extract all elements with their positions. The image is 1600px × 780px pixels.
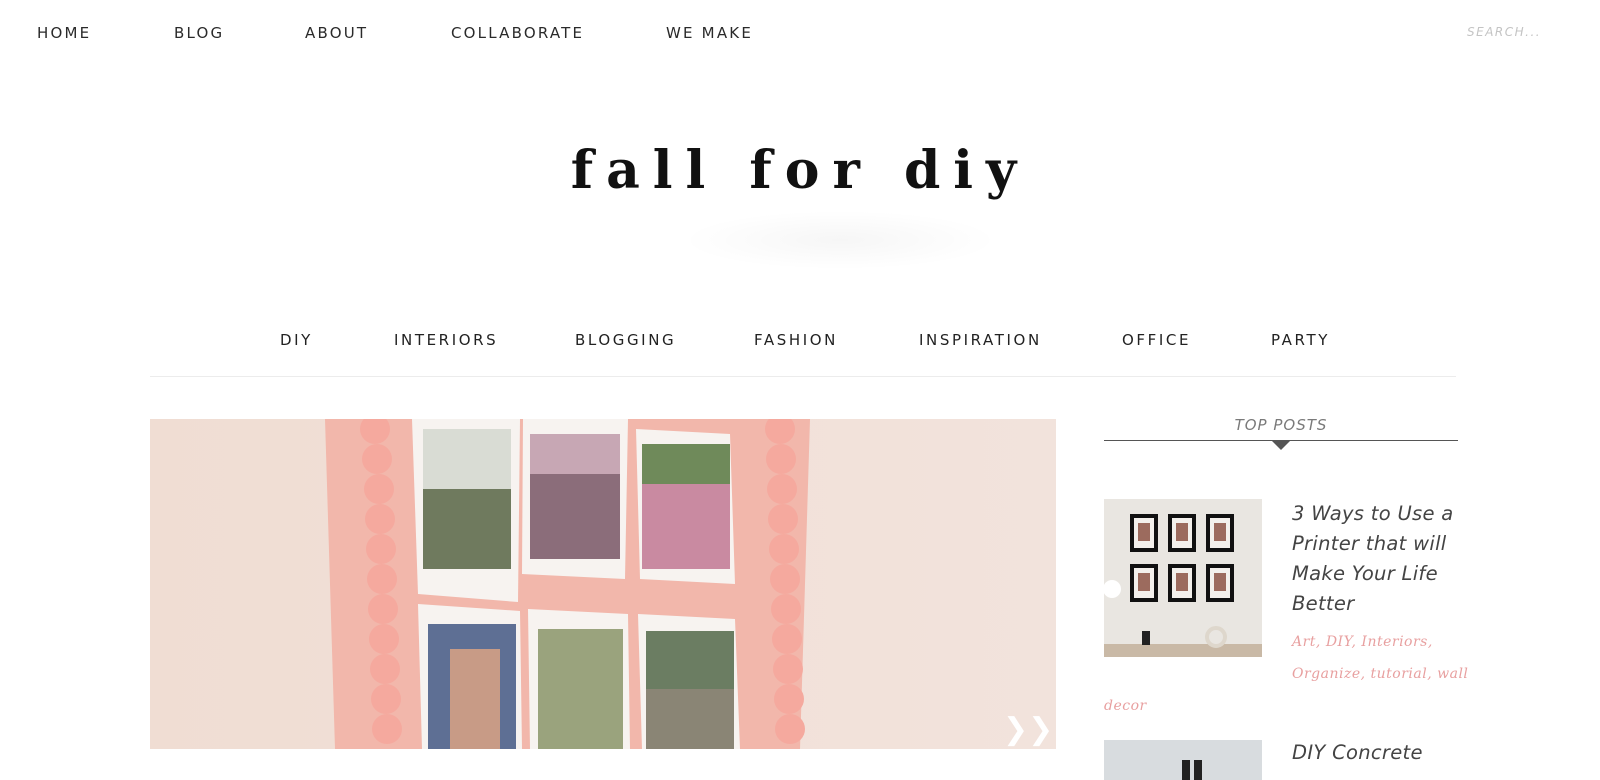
- top-nav-we-make[interactable]: WE MAKE: [666, 24, 753, 42]
- post-title-line: 3 Ways to Use a: [1292, 502, 1454, 525]
- top-posts-heading: TOP POSTS: [1104, 416, 1458, 450]
- post-title-line: Make Your Life: [1292, 562, 1438, 585]
- logo-decoration: [680, 210, 1000, 270]
- post-tags: Organize, tutorial, wall: [1292, 658, 1472, 690]
- tag-line[interactable]: Organize, tutorial, wall: [1292, 666, 1468, 682]
- tag-line[interactable]: decor: [1104, 698, 1147, 714]
- top-posts-title: TOP POSTS: [1234, 416, 1328, 434]
- hero-slider-image[interactable]: [150, 419, 1056, 749]
- sidebar: TOP POSTS 3 Ways to Use a Printer that w…: [1104, 416, 1468, 780]
- search-input[interactable]: [1465, 20, 1579, 44]
- top-nav-blog[interactable]: BLOG: [174, 24, 224, 42]
- post-title[interactable]: DIY Concrete: [1292, 738, 1458, 768]
- concrete-post-photo: [1104, 740, 1262, 780]
- slider-next-chevron-icon[interactable]: ❯❯: [1003, 712, 1053, 747]
- post-tags: decor: [1104, 690, 1147, 722]
- top-nav-about[interactable]: ABOUT: [305, 24, 368, 42]
- top-nav-collaborate[interactable]: COLLABORATE: [451, 24, 584, 42]
- category-nav: DIY INTERIORS BLOGGING FASHION INSPIRATI…: [150, 320, 1456, 377]
- category-blogging[interactable]: BLOGGING: [575, 331, 676, 349]
- top-nav-home[interactable]: HOME: [37, 24, 91, 42]
- category-fashion[interactable]: FASHION: [754, 331, 838, 349]
- post-title[interactable]: 3 Ways to Use a Printer that will Make Y…: [1292, 499, 1458, 619]
- category-party[interactable]: PARTY: [1271, 331, 1330, 349]
- category-office[interactable]: OFFICE: [1122, 331, 1191, 349]
- pink-photo-frame-image: [150, 419, 1056, 749]
- post-title-line: Better: [1292, 592, 1355, 615]
- caret-down-icon: [1272, 441, 1290, 450]
- post-tags: Art, DIY, Interiors,: [1292, 626, 1462, 658]
- category-inspiration[interactable]: INSPIRATION: [919, 331, 1042, 349]
- top-nav: HOME BLOG ABOUT COLLABORATE WE MAKE: [0, 0, 1600, 66]
- category-interiors[interactable]: INTERIORS: [394, 331, 498, 349]
- post-title-line: Printer that will: [1292, 532, 1447, 555]
- post-title-line: DIY Concrete: [1292, 741, 1423, 764]
- category-diy[interactable]: DIY: [280, 331, 313, 349]
- post-thumbnail[interactable]: [1104, 740, 1262, 780]
- post-thumbnail[interactable]: [1104, 499, 1262, 657]
- tag-line[interactable]: Art, DIY, Interiors,: [1292, 634, 1433, 650]
- gallery-wall-photo: [1104, 499, 1262, 657]
- site-logo[interactable]: fall for diy: [0, 140, 1600, 201]
